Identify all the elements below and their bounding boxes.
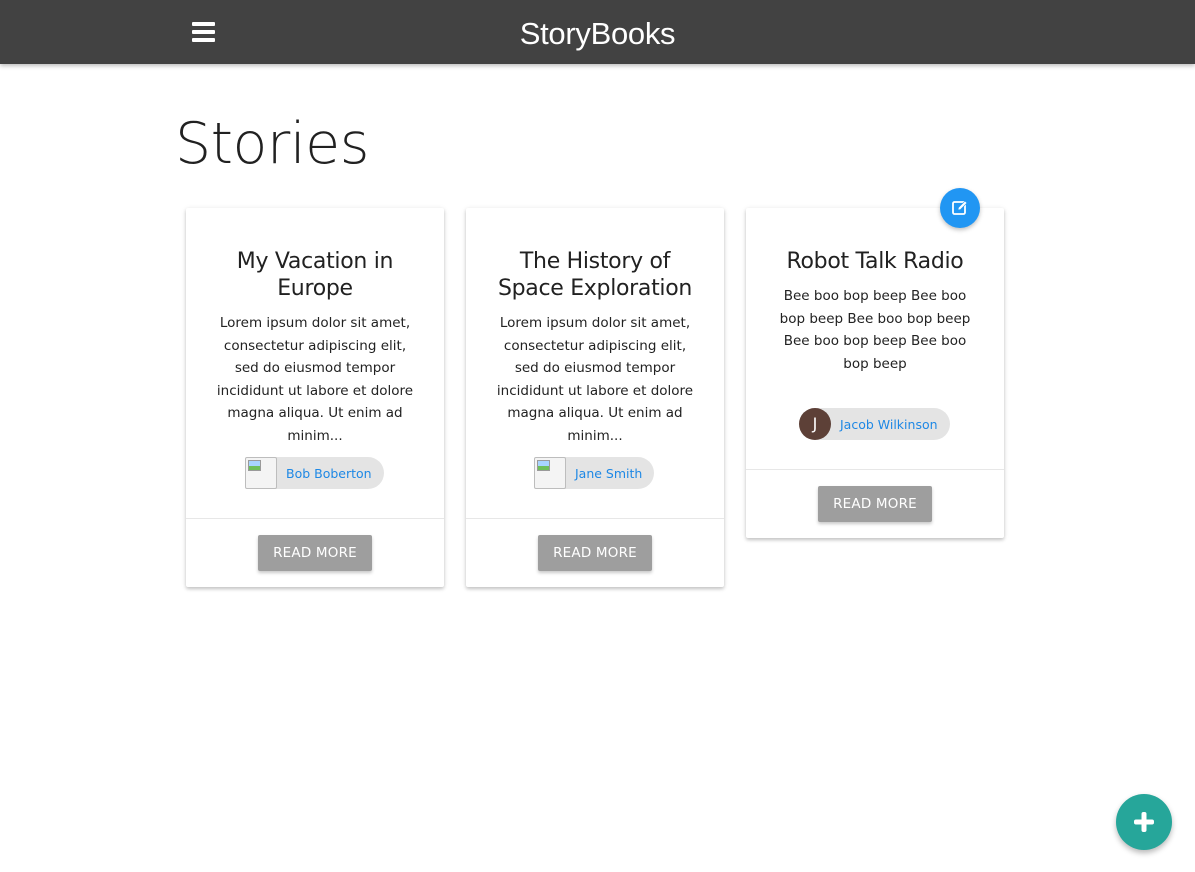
story-title: Robot Talk Radio <box>786 249 964 274</box>
author-chip[interactable]: Jane Smith <box>534 457 655 489</box>
card-action: READ MORE <box>186 518 444 587</box>
card-action: READ MORE <box>746 469 1004 538</box>
card-action: READ MORE <box>466 518 724 587</box>
brand-logo[interactable]: StoryBooks <box>0 15 1195 53</box>
story-card: Robot Talk Radio Bee boo bop beep Bee bo… <box>746 208 1004 538</box>
story-card: My Vacation in Europe Lorem ipsum dolor … <box>186 208 444 587</box>
card-content: My Vacation in Europe Lorem ipsum dolor … <box>186 208 444 447</box>
edit-icon <box>952 200 968 215</box>
story-excerpt: Lorem ipsum dolor sit amet, consectetur … <box>216 315 414 444</box>
broken-image-icon <box>245 457 277 489</box>
story-title: The History of Space Exploration <box>497 249 693 301</box>
author-name-link[interactable]: Jacob Wilkinson <box>831 417 950 432</box>
author-chip[interactable]: J Jacob Wilkinson <box>799 408 950 440</box>
broken-image-icon <box>534 457 566 489</box>
author-chip[interactable]: Bob Boberton <box>245 457 384 489</box>
edit-story-button[interactable] <box>940 188 980 228</box>
story-excerpt: Lorem ipsum dolor sit amet, consectetur … <box>496 315 694 444</box>
top-navbar: StoryBooks <box>0 0 1195 64</box>
avatar: J <box>799 408 831 440</box>
story-title: My Vacation in Europe <box>236 249 394 301</box>
add-icon <box>1134 812 1154 832</box>
story-card: The History of Space Exploration Lorem i… <box>466 208 724 587</box>
story-excerpt: Bee boo bop beep Bee boo bop beep Bee bo… <box>779 288 971 372</box>
read-more-button[interactable]: READ MORE <box>818 486 932 522</box>
read-more-button[interactable]: READ MORE <box>538 535 652 571</box>
card-content: Robot Talk Radio Bee boo bop beep Bee bo… <box>746 208 1004 375</box>
card-content: The History of Space Exploration Lorem i… <box>466 208 724 447</box>
author-name-link[interactable]: Bob Boberton <box>277 466 384 481</box>
add-story-button[interactable] <box>1116 794 1172 850</box>
page-title: Stories <box>175 111 369 177</box>
read-more-button[interactable]: READ MORE <box>258 535 372 571</box>
author-name-link[interactable]: Jane Smith <box>566 466 654 481</box>
